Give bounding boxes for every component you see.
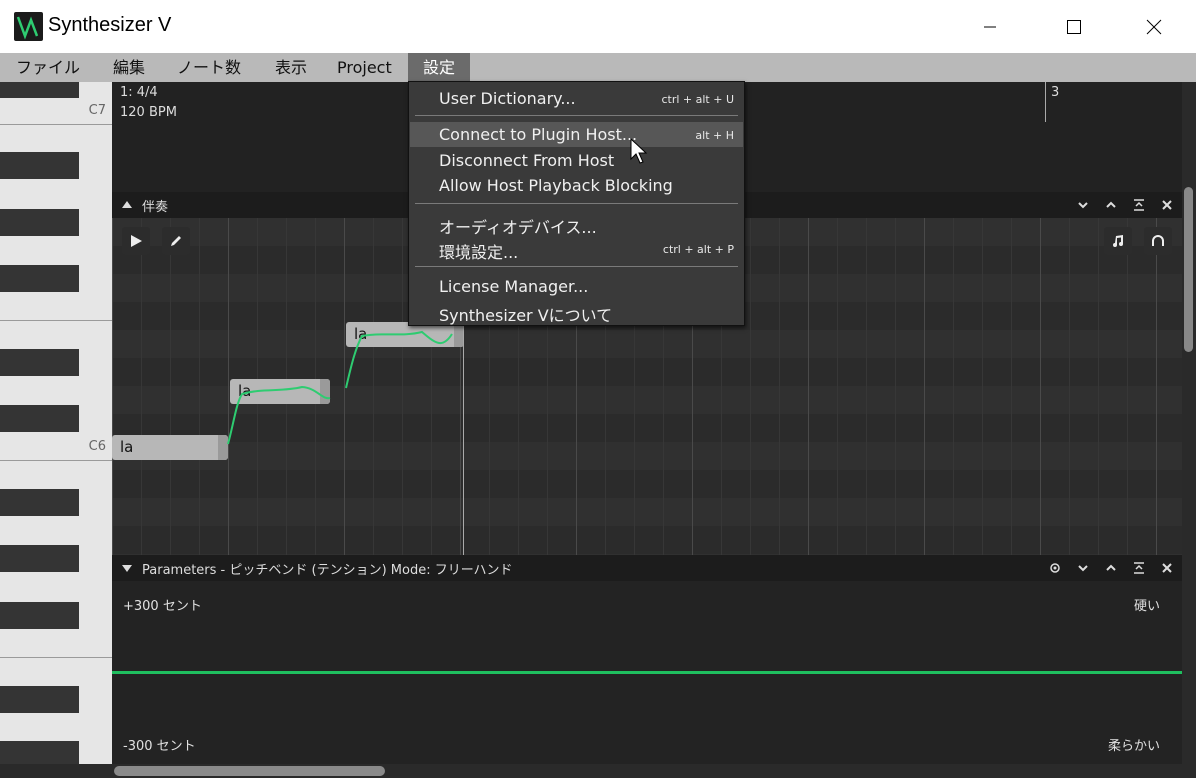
param-top-label: +300 セント — [123, 599, 202, 614]
black-key[interactable] — [0, 152, 79, 179]
menu-item-label: Synthesizer Vについて — [439, 306, 613, 325]
menu-item-license-manager[interactable]: License Manager... — [410, 274, 743, 299]
black-key[interactable] — [0, 349, 79, 376]
menu-item-connect-plugin-host[interactable]: Connect to Plugin Host... alt + H — [410, 122, 743, 147]
menu-separator — [415, 115, 738, 116]
param-soft-label: 柔らかい — [1107, 739, 1160, 754]
menu-notes[interactable]: ノート数 — [177, 53, 241, 82]
maximize-icon — [1067, 19, 1081, 34]
menu-item-shortcut: alt + H — [695, 129, 734, 142]
menu-item-disconnect-host[interactable]: Disconnect From Host — [410, 148, 743, 173]
key-divider — [0, 124, 112, 125]
title-bar: Synthesizer V — [0, 0, 1196, 53]
black-key[interactable] — [0, 405, 79, 432]
menu-separator — [415, 266, 738, 267]
menu-item-about[interactable]: Synthesizer Vについて — [410, 299, 743, 325]
minimize-icon — [984, 26, 996, 27]
menu-file[interactable]: ファイル — [16, 53, 80, 82]
menu-item-preferences[interactable]: 環境設定... ctrl + alt + P — [410, 236, 743, 262]
key-divider — [0, 657, 112, 658]
black-key[interactable] — [0, 82, 79, 98]
black-key[interactable] — [0, 265, 79, 292]
menu-item-label: 環境設定... — [439, 243, 519, 262]
mouse-cursor-icon — [630, 138, 648, 164]
menu-item-shortcut: ctrl + alt + P — [662, 243, 734, 256]
horizontal-scroll-thumb[interactable] — [114, 766, 385, 776]
menu-item-label: オーディオデバイス... — [439, 218, 597, 237]
black-key[interactable] — [0, 602, 79, 629]
pitch-bend-parameter-line[interactable] — [112, 671, 1182, 674]
key-label-c6: C6 — [88, 439, 106, 454]
menu-item-label: Allow Host Playback Blocking — [439, 176, 673, 195]
target-icon[interactable] — [1048, 561, 1062, 575]
close-panel-icon[interactable] — [1160, 561, 1174, 575]
menu-item-label: License Manager... — [439, 277, 589, 296]
black-key[interactable] — [0, 545, 79, 572]
black-key[interactable] — [0, 209, 79, 236]
menu-settings[interactable]: 設定 — [408, 53, 470, 82]
black-key[interactable] — [0, 489, 79, 516]
piano-roll-keyboard[interactable]: C7 C6 — [0, 82, 112, 764]
window-title: Synthesizer V — [48, 14, 172, 36]
close-icon — [1146, 19, 1162, 34]
parameters-panel-header: Parameters - ピッチベンド (テンション) Mode: フリーハンド — [112, 555, 1182, 581]
synthesizer-v-logo-icon — [14, 12, 43, 41]
menu-edit[interactable]: 編集 — [113, 53, 145, 82]
close-window-button[interactable] — [1131, 0, 1177, 53]
param-bottom-label: -300 セント — [123, 739, 196, 754]
horizontal-scrollbar[interactable] — [0, 764, 1196, 778]
key-label-c7: C7 — [88, 103, 106, 118]
maximize-panel-icon[interactable] — [1132, 561, 1146, 575]
chevron-up-icon[interactable] — [1104, 561, 1118, 575]
vertical-scroll-thumb[interactable] — [1184, 187, 1193, 352]
menu-item-allow-host-playback-blocking[interactable]: Allow Host Playback Blocking — [410, 173, 743, 198]
maximize-button[interactable] — [1051, 0, 1097, 53]
collapse-triangle-icon[interactable] — [122, 564, 132, 574]
param-hard-label: 硬い — [1133, 599, 1160, 614]
menu-item-shortcut: ctrl + alt + U — [661, 93, 734, 106]
menu-bar: ファイル 編集 ノート数 表示 Project 設定 — [0, 53, 1196, 82]
key-divider — [0, 460, 112, 461]
menu-separator — [415, 203, 738, 204]
app-window: Synthesizer V ファイル 編集 ノート数 表示 Project 設定 — [0, 0, 1196, 778]
minimize-button[interactable] — [967, 0, 1013, 53]
black-key[interactable] — [0, 741, 79, 764]
menu-item-audio-device[interactable]: オーディオデバイス... — [410, 211, 743, 237]
parameters-title: Parameters - ピッチベンド (テンション) Mode: フリーハンド — [142, 563, 513, 578]
black-key[interactable] — [0, 686, 79, 713]
chevron-down-icon[interactable] — [1076, 561, 1090, 575]
vertical-scrollbar[interactable] — [1182, 82, 1196, 764]
menu-item-label: Connect to Plugin Host... — [439, 125, 638, 144]
menu-project[interactable]: Project — [337, 53, 392, 82]
menu-item-label: Disconnect From Host — [439, 151, 615, 170]
parameters-editor[interactable]: +300 セント -300 セント 硬い 柔らかい — [112, 581, 1182, 764]
menu-item-label: User Dictionary... — [439, 89, 576, 108]
settings-dropdown-menu: User Dictionary... ctrl + alt + U Connec… — [408, 81, 745, 326]
key-divider — [0, 320, 112, 321]
menu-view[interactable]: 表示 — [275, 53, 307, 82]
menu-item-user-dictionary[interactable]: User Dictionary... ctrl + alt + U — [410, 86, 743, 111]
